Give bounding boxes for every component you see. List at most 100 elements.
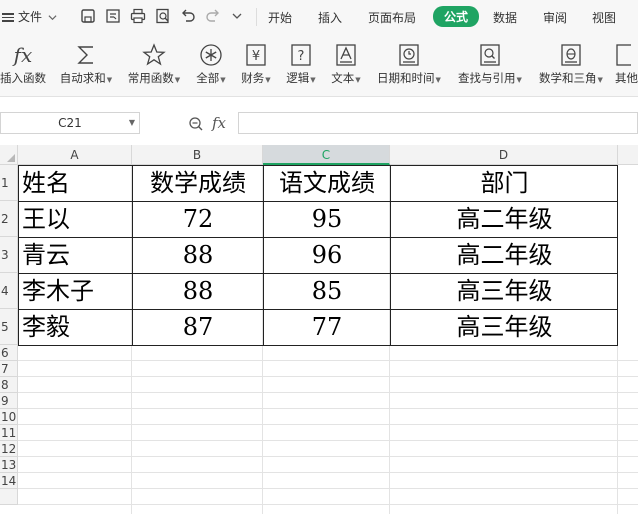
row-header[interactable]: 12 [0, 441, 18, 457]
tab-start[interactable]: 开始 [268, 9, 292, 26]
row-header[interactable]: 5 [0, 309, 18, 345]
cell-d5[interactable]: 高三年级 [390, 309, 618, 345]
insert-function-label: 插入函数 [0, 71, 46, 85]
export-icon[interactable] [105, 8, 121, 24]
cell-c1[interactable]: 语文成绩 [263, 165, 390, 201]
cell-c5[interactable]: 77 [263, 309, 390, 345]
column-header-e[interactable] [618, 145, 638, 165]
row-header[interactable]: 13 [0, 457, 18, 473]
cell-d2[interactable]: 高二年级 [390, 201, 618, 237]
common-functions-button[interactable]: 常用函数▼ [124, 40, 184, 86]
cell-b2[interactable]: 72 [132, 201, 263, 237]
hamburger-icon [2, 11, 14, 24]
column-header-b[interactable]: B [132, 145, 263, 165]
insert-function-button[interactable]: fx 插入函数 [0, 40, 50, 86]
redo-icon[interactable] [205, 8, 221, 24]
lookup-reference-label: 查找与引用 [458, 71, 516, 85]
cell-a3[interactable]: 青云 [18, 237, 132, 273]
file-menu[interactable]: 文件 [2, 8, 57, 25]
print-preview-icon[interactable] [155, 8, 171, 24]
financial-label: 财务 [241, 71, 265, 85]
all-functions-button[interactable]: 全部▼ [192, 40, 230, 86]
more-functions-button[interactable]: 其他 [615, 40, 638, 86]
theta-icon [561, 44, 581, 66]
tab-insert[interactable]: 插入 [318, 9, 342, 26]
name-box-dropdown-icon[interactable]: ▼ [129, 113, 135, 133]
tab-data[interactable]: 数据 [493, 9, 517, 26]
date-time-button[interactable]: 日期和时间▼ [373, 40, 445, 86]
cell-b5[interactable]: 87 [132, 309, 263, 345]
tab-formulas[interactable]: 公式 [433, 6, 480, 27]
cell-a1[interactable]: 姓名 [18, 165, 132, 201]
file-menu-label: 文件 [18, 10, 43, 24]
gridline [18, 504, 638, 505]
cell-c4[interactable]: 85 [263, 273, 390, 309]
sigma-icon [77, 46, 93, 64]
row-header[interactable]: 7 [0, 361, 18, 377]
cell-d4[interactable]: 高三年级 [390, 273, 618, 309]
cell-d3[interactable]: 高二年级 [390, 237, 618, 273]
cell-c2[interactable]: 95 [263, 201, 390, 237]
customize-chevron-icon[interactable] [232, 11, 242, 21]
gridline [18, 488, 638, 489]
financial-button[interactable]: ¥ 财务▼ [237, 40, 275, 86]
row-header[interactable]: 3 [0, 237, 18, 273]
formula-input[interactable] [238, 112, 638, 134]
spreadsheet-grid[interactable]: A B C D 1 2 3 4 5 6 7 8 9 10 11 12 13 14… [0, 145, 638, 514]
cell-a4[interactable]: 李木子 [18, 273, 132, 309]
tab-review[interactable]: 审阅 [543, 9, 567, 26]
cell-d1[interactable]: 部门 [390, 165, 618, 201]
name-box[interactable]: C21 ▼ [0, 112, 140, 134]
row-header[interactable]: 1 [0, 165, 18, 201]
row-header[interactable]: 11 [0, 425, 18, 441]
gridline [18, 408, 638, 409]
cell-reference: C21 [58, 116, 82, 130]
row-header[interactable]: 4 [0, 273, 18, 309]
cell-b1[interactable]: 数学成绩 [132, 165, 263, 201]
search-doc-icon [480, 44, 500, 66]
question-icon: ? [291, 44, 311, 66]
separator [256, 8, 257, 26]
print-icon[interactable] [130, 8, 146, 24]
cell-b4[interactable]: 88 [132, 273, 263, 309]
logical-button[interactable]: ? 逻辑▼ [282, 40, 320, 86]
column-header-a[interactable]: A [18, 145, 132, 165]
column-header-c[interactable]: C [263, 145, 390, 165]
math-trig-label: 数学和三角 [539, 71, 597, 85]
gridline [18, 424, 638, 425]
cell-a5[interactable]: 李毅 [18, 309, 132, 345]
text-label: 文本 [331, 71, 355, 85]
row-header[interactable]: 6 [0, 345, 18, 361]
row-header[interactable] [0, 489, 18, 505]
cell-c3[interactable]: 96 [263, 237, 390, 273]
lookup-reference-button[interactable]: 查找与引用▼ [454, 40, 526, 86]
gridline [18, 472, 638, 473]
cell-a2[interactable]: 王以 [18, 201, 132, 237]
row-header[interactable]: 8 [0, 377, 18, 393]
text-a-icon [336, 44, 356, 66]
save-icon[interactable] [80, 8, 96, 24]
gridline [18, 360, 638, 361]
gridline [18, 392, 638, 393]
row-header[interactable]: 2 [0, 201, 18, 237]
tab-view[interactable]: 视图 [592, 9, 616, 26]
formula-bar: C21 ▼ fx [0, 106, 638, 142]
date-time-label: 日期和时间 [377, 71, 435, 85]
gridline [18, 456, 638, 457]
row-header[interactable]: 10 [0, 409, 18, 425]
cell-b3[interactable]: 88 [132, 237, 263, 273]
undo-icon[interactable] [180, 8, 196, 24]
tab-page-layout[interactable]: 页面布局 [368, 9, 416, 26]
star-icon [142, 43, 166, 66]
fx-label[interactable]: fx [212, 114, 226, 132]
math-trig-button[interactable]: 数学和三角▼ [535, 40, 607, 86]
row-header[interactable]: 9 [0, 393, 18, 409]
select-all-corner[interactable] [0, 145, 18, 165]
row-header[interactable]: 14 [0, 473, 18, 489]
autosum-button[interactable]: 自动求和▼ [56, 40, 116, 86]
text-button[interactable]: 文本▼ [327, 40, 365, 86]
menu-bar: 文件 开始 插入 页面布局 公式 数据 审阅 视图 [0, 0, 638, 34]
common-functions-label: 常用函数 [127, 71, 174, 85]
zoom-search-icon[interactable] [188, 116, 204, 132]
column-header-d[interactable]: D [390, 145, 618, 165]
